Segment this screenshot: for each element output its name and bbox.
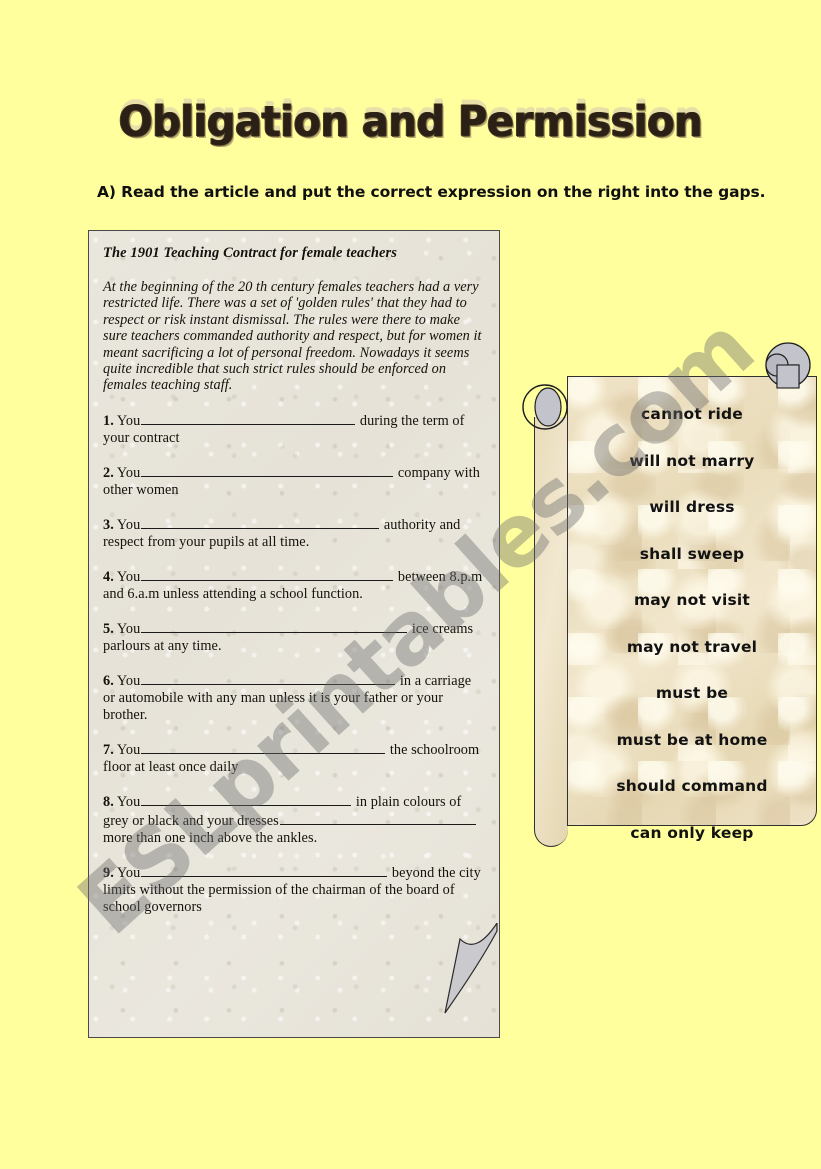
page-title-text: Obligation and Permission (118, 97, 703, 147)
answer-expression[interactable]: will dress (567, 484, 817, 531)
question-number: 6. (103, 672, 114, 689)
answer-expression[interactable]: shall sweep (567, 531, 817, 578)
question-item: 4. You between 8.p.m and 6.a.m unless at… (103, 567, 483, 603)
question-lead: You (116, 741, 141, 758)
answer-blank[interactable] (141, 411, 356, 425)
question-lead: You (116, 412, 141, 429)
instruction-text: A) Read the article and put the correct … (97, 183, 766, 201)
answer-expression[interactable]: may not travel (567, 624, 817, 671)
page-title: Obligation and Permission Obligation and… (0, 96, 821, 158)
question-number: 7. (103, 741, 114, 758)
article-content: The 1901 Teaching Contract for female te… (89, 231, 499, 916)
worksheet-page: Obligation and Permission Obligation and… (0, 0, 821, 1169)
question-lead: You (116, 620, 141, 637)
answer-expression[interactable]: can only keep (567, 810, 817, 857)
question-number: 3. (103, 516, 114, 533)
answer-expression[interactable]: must be at home (567, 717, 817, 764)
question-item: 1. You during the term of your contract (103, 411, 483, 447)
question-item: 3. You authority and respect from your p… (103, 515, 483, 551)
answer-blank[interactable] (141, 792, 352, 806)
answers-scroll: cannot ride will not marry will dress shall… (519, 342, 817, 847)
question-number: 5. (103, 620, 114, 637)
question-lead: You (116, 516, 141, 533)
answer-expression[interactable]: must be (567, 670, 817, 717)
answer-blank[interactable] (141, 671, 396, 685)
question-item: 9. You beyond the city limits without th… (103, 863, 483, 916)
question-lead: You (116, 568, 141, 585)
answer-expression-list: cannot ride will not marry will dress shall… (567, 376, 817, 842)
question-number: 4. (103, 568, 114, 585)
question-number: 1. (103, 412, 114, 429)
answer-blank[interactable] (279, 811, 476, 825)
answer-blank[interactable] (141, 863, 388, 877)
page-fold-corner-icon (444, 923, 498, 1014)
answer-expression[interactable]: should command (567, 763, 817, 810)
answer-expression[interactable]: cannot ride (567, 391, 817, 438)
answer-blank[interactable] (141, 619, 408, 633)
question-lead: You (116, 672, 141, 689)
answer-blank[interactable] (141, 463, 394, 477)
question-item: 2. You company with other women (103, 463, 483, 499)
question-list: 1. You during the term of your contract 2… (103, 411, 483, 916)
question-item: 5. You ice creams parlours at any time. (103, 619, 483, 655)
question-number: 8. (103, 793, 114, 810)
article-heading: The 1901 Teaching Contract for female te… (103, 245, 398, 261)
answer-blank[interactable] (141, 515, 380, 529)
article-sheet: The 1901 Teaching Contract for female te… (88, 230, 500, 1038)
scroll-left-band (534, 417, 568, 847)
question-number: 9. (103, 864, 114, 881)
question-item: 7. You the schoolroom floor at least onc… (103, 740, 483, 776)
answer-blank[interactable] (141, 740, 386, 754)
question-item: 8. You in plain colours of grey or black… (103, 792, 483, 847)
question-item: 6. You in a carriage or automobile with … (103, 671, 483, 724)
answer-expression[interactable]: will not marry (567, 438, 817, 485)
question-lead: You (116, 464, 141, 481)
answer-blank[interactable] (141, 567, 394, 581)
question-lead: You (116, 864, 141, 881)
scroll-curl-left-icon (522, 384, 568, 430)
article-intro-paragraph: At the beginning of the 20 th century fe… (103, 279, 482, 394)
question-lead: You (116, 793, 141, 810)
question-tail-2: more than one inch above the ankles. (103, 829, 318, 846)
question-number: 2. (103, 464, 114, 481)
answer-expression[interactable]: may not visit (567, 577, 817, 624)
